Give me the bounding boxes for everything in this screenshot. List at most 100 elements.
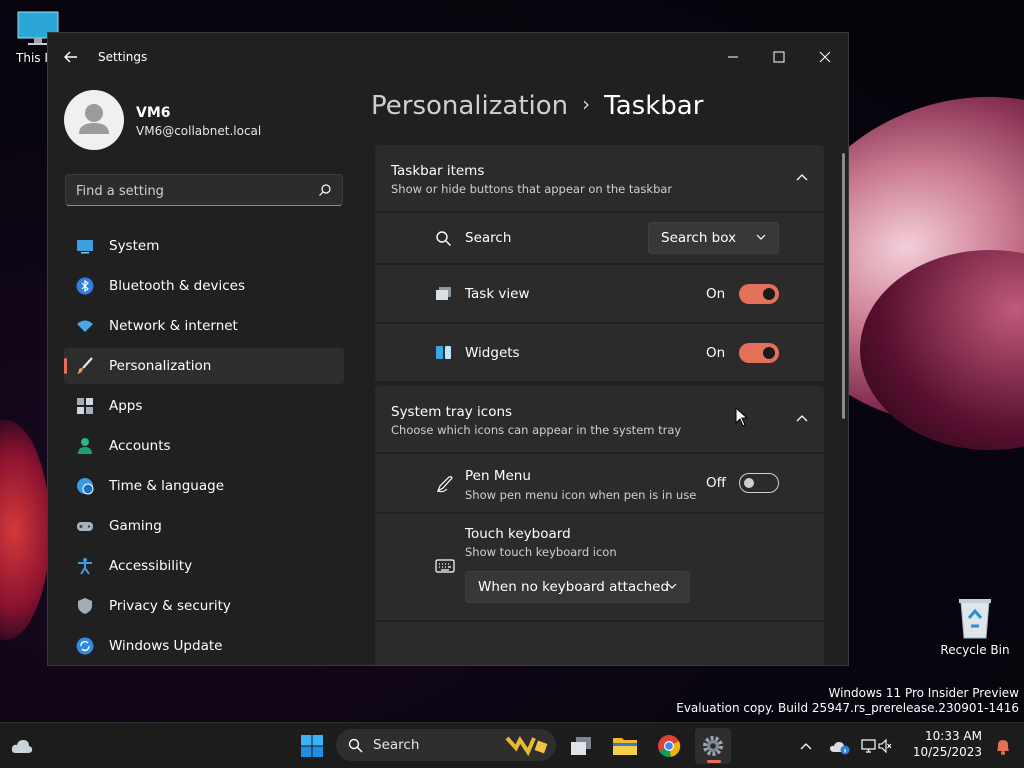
pen-icon: [436, 476, 453, 493]
sidebar-item-privacy-security[interactable]: Privacy & security: [64, 588, 344, 624]
minimize-button[interactable]: [710, 41, 756, 73]
touch-keyboard-row: Touch keyboard Show touch keyboard icon …: [375, 514, 824, 620]
apps-icon: [77, 398, 93, 414]
widgets-state: On: [706, 345, 726, 361]
cloud-icon: [11, 740, 33, 753]
windows-logo-icon: [301, 735, 323, 757]
sidebar-item-network[interactable]: Network & internet: [64, 308, 344, 344]
brush-icon: [77, 357, 93, 374]
close-button[interactable]: [802, 41, 848, 73]
sidebar-item-apps[interactable]: Apps: [64, 388, 344, 424]
accounts-icon: [78, 438, 92, 454]
task-view-label: Task view: [465, 286, 530, 302]
touch-keyboard-dropdown[interactable]: When no keyboard attached: [465, 571, 690, 603]
pen-menu-toggle[interactable]: [739, 473, 779, 493]
task-view-button[interactable]: [563, 728, 599, 764]
gamepad-icon: [77, 522, 93, 531]
pen-menu-state: Off: [706, 475, 726, 491]
title-bar[interactable]: Settings: [48, 33, 848, 81]
next-setting-row: [375, 622, 824, 665]
accessibility-icon: [78, 558, 92, 575]
task-view-toggle[interactable]: [739, 284, 779, 304]
watermark-edition: Windows 11 Pro Insider Preview: [828, 686, 1019, 700]
onedrive-tray-button[interactable]: [822, 728, 858, 764]
sidebar-nav: System Bluetooth & devices Network & int…: [64, 228, 344, 665]
weather-widget-button[interactable]: [4, 728, 40, 764]
chevron-down-icon: [667, 583, 677, 589]
taskbar-items-header[interactable]: Taskbar items Show or hide buttons that …: [375, 145, 824, 211]
network-icon: [861, 739, 876, 753]
globe-icon: [77, 478, 94, 495]
back-button[interactable]: [60, 46, 82, 68]
breadcrumb: Personalization › Taskbar: [371, 91, 703, 121]
start-button[interactable]: [294, 728, 330, 764]
sidebar-item-accessibility[interactable]: Accessibility: [64, 548, 344, 584]
wifi-icon: [77, 320, 93, 332]
section-subtitle: Choose which icons can appear in the sys…: [391, 423, 682, 437]
chevron-up-icon[interactable]: [796, 414, 808, 422]
chevron-up-icon: [800, 743, 812, 750]
taskbar-clock[interactable]: 10:33 AM 10/25/2023: [912, 728, 982, 760]
system-tray-icons-header[interactable]: System tray icons Choose which icons can…: [375, 386, 824, 452]
settings-window: Settings VM6 VM6@collabnet.local System: [47, 32, 849, 666]
gear-icon: [703, 736, 723, 756]
recycle-bin-desktop-icon[interactable]: Recycle Bin: [940, 596, 1010, 657]
chrome-button[interactable]: [651, 728, 687, 764]
sidebar-item-label: Time & language: [109, 478, 225, 494]
watermark-build: Evaluation copy. Build 25947.rs_prerelea…: [676, 701, 1019, 715]
clock-date: 10/25/2023: [912, 745, 982, 759]
widgets-toggle[interactable]: [739, 343, 779, 363]
mouse-cursor-icon: [735, 407, 748, 427]
sidebar-item-personalization[interactable]: Personalization: [64, 348, 344, 384]
task-view-icon: [571, 737, 591, 755]
sidebar-item-label: Personalization: [109, 358, 212, 374]
update-icon: [76, 637, 94, 655]
show-hidden-icons-button[interactable]: [788, 728, 824, 764]
touch-keyboard-subtitle: Show touch keyboard icon: [465, 545, 617, 559]
sidebar-item-windows-update[interactable]: Windows Update: [64, 628, 344, 664]
find-setting-input[interactable]: [66, 175, 318, 207]
find-setting-search[interactable]: [65, 174, 343, 207]
network-tray-button[interactable]: [856, 728, 892, 764]
breadcrumb-parent[interactable]: Personalization: [371, 91, 568, 121]
sidebar-item-time-language[interactable]: Time & language: [64, 468, 344, 504]
cloud-info-icon: [830, 742, 850, 755]
search-icon[interactable]: [318, 183, 332, 197]
sidebar-item-label: Gaming: [109, 518, 162, 534]
content-scrollbar[interactable]: [842, 153, 845, 419]
sidebar-item-system[interactable]: System: [64, 228, 344, 264]
window-title: Settings: [98, 50, 148, 64]
taskbar-search[interactable]: Search: [336, 729, 556, 761]
search-icon: [348, 738, 363, 753]
sidebar-item-bluetooth[interactable]: Bluetooth & devices: [64, 268, 344, 304]
search-mode-dropdown[interactable]: Search box: [648, 222, 779, 254]
touch-keyboard-label: Touch keyboard: [465, 526, 571, 542]
chevron-up-icon[interactable]: [796, 173, 808, 181]
search-row-label: Search: [465, 230, 512, 246]
notifications-button[interactable]: [984, 728, 1020, 764]
minimize-icon: [728, 56, 738, 58]
task-view-state: On: [706, 286, 726, 302]
sidebar-item-label: Accounts: [109, 438, 171, 454]
settings-app-button[interactable]: [695, 728, 731, 764]
section-subtitle: Show or hide buttons that appear on the …: [391, 182, 673, 196]
avatar[interactable]: [64, 90, 124, 150]
maximize-button[interactable]: [756, 41, 802, 73]
sidebar-item-gaming[interactable]: Gaming: [64, 508, 344, 544]
system-icon: [77, 240, 93, 254]
chrome-icon: [658, 735, 681, 758]
close-icon: [819, 51, 831, 63]
chevron-down-icon: [756, 234, 766, 240]
search-icon: [436, 231, 451, 246]
profile-email: VM6@collabnet.local: [136, 124, 262, 138]
sidebar-item-label: System: [109, 238, 160, 254]
recycle-bin-label: Recycle Bin: [940, 643, 1010, 657]
sidebar-item-accounts[interactable]: Accounts: [64, 428, 344, 464]
sidebar-item-label: Apps: [109, 398, 143, 414]
task-view-row: Task view On: [375, 265, 824, 322]
maximize-icon: [773, 51, 785, 63]
file-explorer-button[interactable]: [607, 728, 643, 764]
breadcrumb-separator: ›: [582, 92, 591, 116]
page-title: Taskbar: [604, 91, 704, 121]
sidebar-item-label: Network & internet: [109, 318, 238, 334]
